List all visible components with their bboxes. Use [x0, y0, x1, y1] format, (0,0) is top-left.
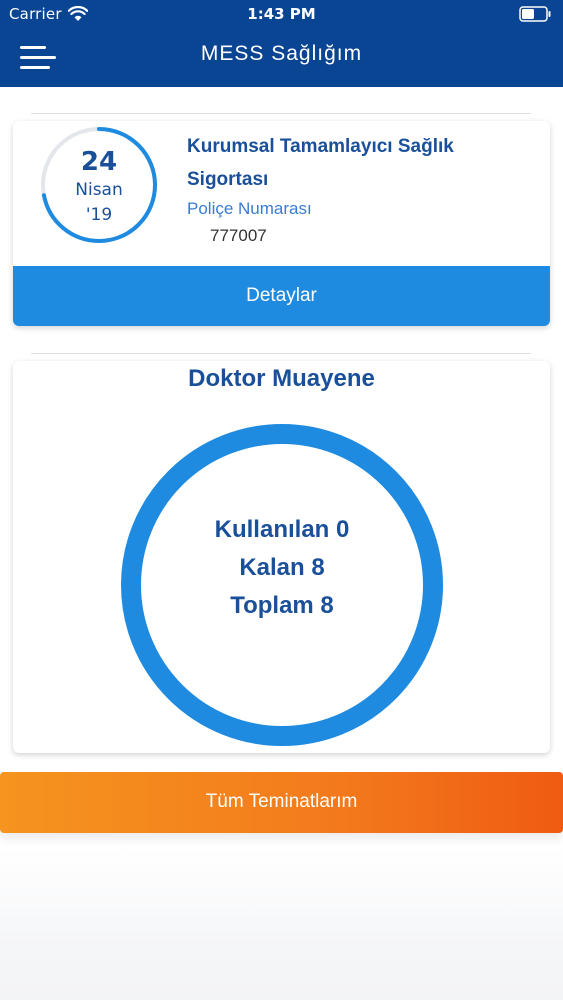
policy-number: 777007 [210, 226, 267, 245]
date-day: 24 [80, 147, 118, 177]
divider [31, 353, 531, 354]
battery-icon [519, 6, 551, 22]
header: Carrier 1:43 PM MESS Sağlığım [0, 0, 563, 87]
all-coverages-button[interactable]: Tüm Teminatlarım [0, 772, 563, 833]
date-year: '19 [85, 205, 113, 225]
policy-number-label: Poliçe Numarası [187, 199, 312, 218]
divider [31, 113, 531, 114]
status-bar: Carrier 1:43 PM [0, 0, 563, 30]
nav-bar: MESS Sağlığım [0, 30, 563, 87]
total-count: Toplam 8 [230, 592, 334, 619]
doctor-exam-card: Doktor Muayene Kullanılan 0 Kalan 8 Topl… [13, 361, 550, 753]
policy-title: Kurumsal Tamamlayıcı Sağlık Sigortası [187, 136, 454, 190]
remaining-count: Kalan 8 [239, 554, 325, 581]
date-month: Nisan [75, 180, 123, 200]
policy-card[interactable]: 24 Nisan '19 Kurumsal Tamamlayıcı Sağlık… [13, 121, 550, 326]
clock: 1:43 PM [247, 5, 316, 23]
details-button[interactable]: Detaylar [13, 266, 550, 326]
policy-date: 24 Nisan '19 [39, 125, 159, 245]
exam-stats: Kullanılan 0 Kalan 8 Toplam 8 [121, 511, 443, 625]
used-count: Kullanılan 0 [214, 516, 350, 543]
page-title: MESS Sağlığım [200, 42, 363, 65]
exam-card-title: Doktor Muayene [188, 365, 375, 392]
